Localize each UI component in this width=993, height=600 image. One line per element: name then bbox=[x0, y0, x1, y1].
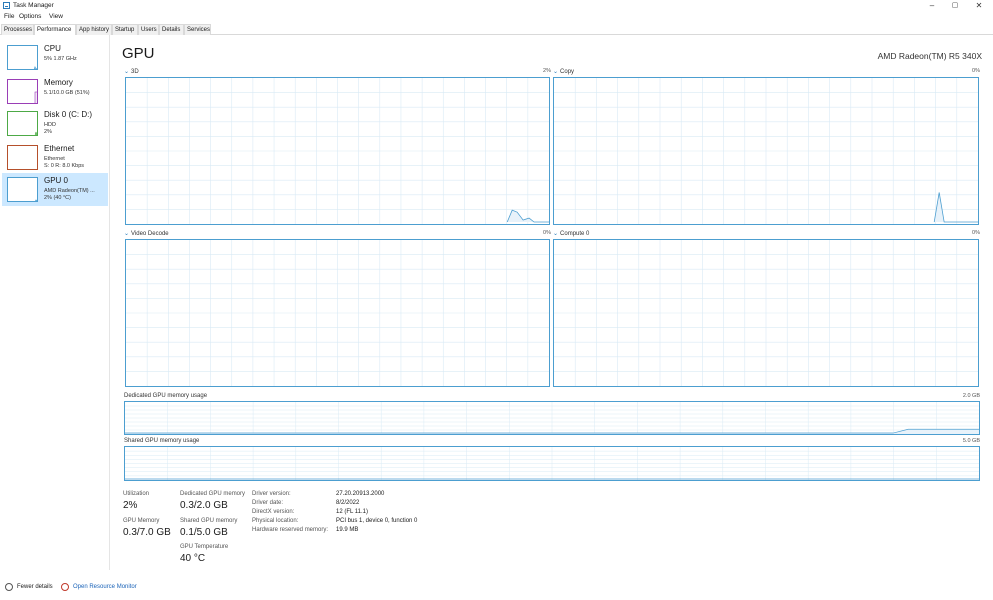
sidebar-item-label: Memory bbox=[44, 78, 73, 87]
title-bar: Task Manager – ▢ ✕ bbox=[0, 0, 993, 12]
chevron-down-icon: ⌄ bbox=[553, 69, 559, 75]
dedicated-memory-value: 0.3/2.0 GB bbox=[180, 500, 228, 511]
sidebar-item-detail: S: 0 R: 8.0 Kbps bbox=[44, 163, 85, 169]
minimize-button[interactable]: – bbox=[924, 1, 940, 11]
sidebar-item-label: CPU bbox=[44, 44, 61, 53]
hardware-reserved-memory-value: 19.9 MB bbox=[336, 527, 359, 533]
driver-date-key: Driver date: bbox=[252, 500, 284, 506]
graph-video-decode bbox=[125, 239, 550, 387]
maximize-button[interactable]: ▢ bbox=[947, 1, 963, 11]
graph-pct-video-decode: 0% bbox=[543, 230, 551, 236]
utilization-value: 2% bbox=[123, 500, 138, 511]
sidebar-item-label: Disk 0 (C: D:) bbox=[44, 110, 92, 119]
graph-label-copy[interactable]: ⌄ Copy bbox=[553, 68, 574, 75]
menu-file[interactable]: File bbox=[4, 13, 14, 20]
graph-label-3d[interactable]: ⌄ 3D bbox=[124, 68, 139, 75]
gpu-temperature-value: 40 °C bbox=[180, 553, 206, 564]
graph-pct-3d: 2% bbox=[543, 68, 551, 74]
window-title: Task Manager bbox=[13, 2, 54, 9]
physical-location-value: PCI bus 1, device 0, function 0 bbox=[336, 518, 418, 524]
sidebar-item-cpu[interactable]: CPU 5% 1.87 GHz bbox=[2, 41, 108, 74]
tab-processes[interactable]: Processes bbox=[1, 24, 34, 35]
tab-details[interactable]: Details bbox=[159, 24, 184, 35]
driver-version-key: Driver version: bbox=[252, 491, 291, 497]
sidebar-item-detail: HDD bbox=[44, 122, 56, 128]
graph-compute-0 bbox=[553, 239, 979, 387]
gpu-panel: GPU AMD Radeon(TM) R5 340X ⌄ 3D 2% ⌄ Copy … bbox=[118, 35, 988, 570]
disk-mini-graph bbox=[7, 111, 38, 136]
graph-pct-copy: 0% bbox=[972, 68, 980, 74]
tab-bar: Processes Performance App history Startu… bbox=[0, 24, 993, 36]
shared-memory-graph-label: Shared GPU memory usage bbox=[124, 438, 200, 444]
graph-pct-compute-0: 0% bbox=[972, 230, 980, 236]
open-resource-monitor-link[interactable]: Open Resource Monitor bbox=[73, 584, 137, 590]
dedicated-memory-graph-label: Dedicated GPU memory usage bbox=[124, 393, 208, 399]
sidebar-item-label: Ethernet bbox=[44, 144, 75, 153]
shared-memory-max: 5.0 GB bbox=[962, 438, 980, 444]
graph-label-video-decode[interactable]: ⌄ Video Decode bbox=[124, 230, 169, 237]
chevron-down-icon: ⌄ bbox=[124, 231, 130, 237]
sidebar-item-memory[interactable]: Memory 5.1/10.0 GB (51%) bbox=[2, 75, 108, 108]
cpu-mini-graph bbox=[7, 45, 38, 70]
menu-bar: File Options View bbox=[0, 12, 993, 22]
chevron-down-icon: ⌄ bbox=[553, 231, 559, 237]
gpu-memory-label: GPU Memory bbox=[123, 518, 160, 524]
tab-users[interactable]: Users bbox=[138, 24, 159, 35]
task-manager-icon bbox=[3, 2, 10, 9]
graph-3d bbox=[125, 77, 550, 225]
tab-services[interactable]: Services bbox=[184, 24, 211, 35]
dedicated-memory-max: 2.0 GB bbox=[962, 393, 980, 399]
ethernet-mini-graph bbox=[7, 145, 38, 170]
page-title: GPU bbox=[122, 45, 155, 62]
hardware-reserved-memory-key: Hardware reserved memory: bbox=[252, 527, 329, 533]
memory-mini-graph bbox=[7, 79, 38, 104]
sidebar-item-gpu[interactable]: GPU 0 AMD Radeon(TM) ... 2% (40 °C) bbox=[2, 173, 108, 206]
resource-monitor-icon bbox=[61, 583, 69, 591]
sidebar-item-detail: Ethernet bbox=[44, 156, 65, 162]
footer-bar: Fewer details Open Resource Monitor bbox=[0, 580, 993, 595]
performance-sidebar: CPU 5% 1.87 GHz Memory 5.1/10.0 GB (51%)… bbox=[0, 35, 110, 570]
gpu-temperature-label: GPU Temperature bbox=[180, 544, 229, 550]
sidebar-item-detail: AMD Radeon(TM) ... bbox=[44, 188, 95, 194]
directx-version-value: 12 (FL 11.1) bbox=[336, 509, 369, 515]
graph-copy bbox=[553, 77, 979, 225]
directx-version-key: DirectX version: bbox=[252, 509, 295, 515]
dedicated-memory-graph bbox=[124, 401, 980, 435]
dedicated-memory-label: Dedicated GPU memory bbox=[180, 491, 246, 497]
utilization-label: Utilization bbox=[123, 491, 150, 497]
menu-options[interactable]: Options bbox=[19, 13, 41, 20]
driver-date-value: 8/2/2022 bbox=[336, 500, 360, 506]
chevron-down-icon: ⌄ bbox=[124, 69, 130, 75]
shared-memory-value: 0.1/5.0 GB bbox=[180, 527, 228, 538]
gpu-mini-graph bbox=[7, 177, 38, 202]
sidebar-item-detail: 5.1/10.0 GB (51%) bbox=[44, 90, 90, 96]
gpu-memory-value: 0.3/7.0 GB bbox=[123, 527, 171, 538]
sidebar-item-detail: 2% bbox=[44, 129, 52, 135]
sidebar-item-detail: 2% (40 °C) bbox=[44, 195, 71, 201]
shared-memory-label: Shared GPU memory bbox=[180, 518, 238, 524]
physical-location-key: Physical location: bbox=[252, 518, 299, 524]
sidebar-item-label: GPU 0 bbox=[44, 176, 69, 185]
tab-app-history[interactable]: App history bbox=[76, 24, 112, 35]
tab-startup[interactable]: Startup bbox=[112, 24, 138, 35]
close-button[interactable]: ✕ bbox=[971, 1, 987, 11]
driver-version-value: 27.20.20913.2000 bbox=[336, 491, 385, 497]
sidebar-item-disk[interactable]: Disk 0 (C: D:) HDD 2% bbox=[2, 107, 108, 140]
graph-label-compute-0[interactable]: ⌄ Compute 0 bbox=[553, 230, 589, 237]
shared-memory-graph bbox=[124, 446, 980, 481]
fewer-details-button[interactable]: Fewer details bbox=[17, 584, 53, 590]
sidebar-item-detail: 5% 1.87 GHz bbox=[44, 56, 77, 62]
chevron-up-icon bbox=[5, 583, 13, 591]
gpu-device-name: AMD Radeon(TM) R5 340X bbox=[877, 51, 982, 61]
menu-view[interactable]: View bbox=[49, 13, 63, 20]
sidebar-item-ethernet[interactable]: Ethernet Ethernet S: 0 R: 8.0 Kbps bbox=[2, 141, 108, 174]
